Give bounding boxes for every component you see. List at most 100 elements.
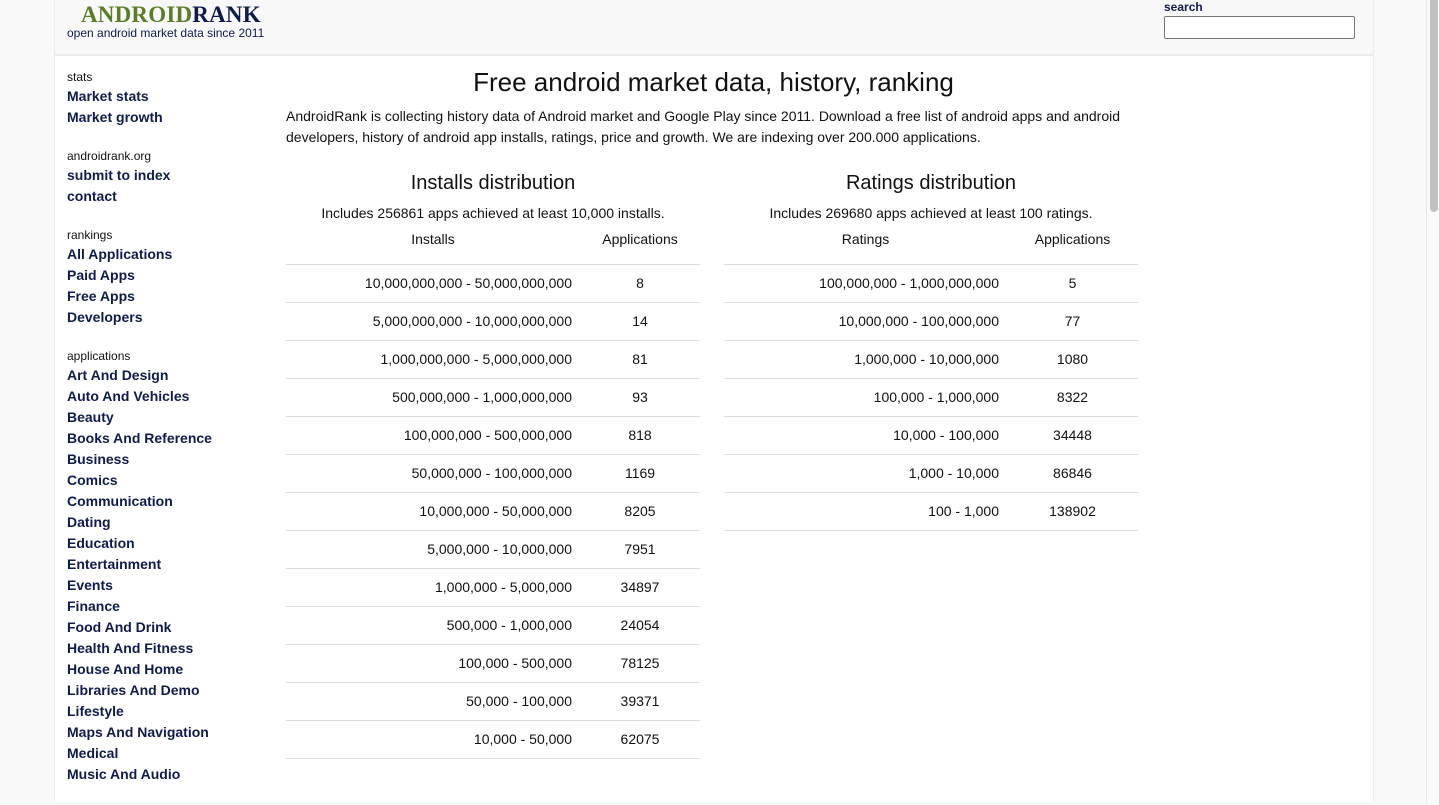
applications-count-cell: 5 — [1007, 263, 1138, 302]
sidebar-item-submit-to-index[interactable]: submit to index — [67, 165, 267, 186]
range-cell: 10,000,000 - 50,000,000 — [286, 491, 580, 530]
range-cell: 100,000,000 - 500,000,000 — [286, 415, 580, 454]
range-cell: 10,000,000 - 100,000,000 — [724, 301, 1007, 340]
applications-count-cell: 1169 — [580, 453, 700, 492]
table-row: 1,000,000,000 - 5,000,000,000 81 — [286, 339, 700, 378]
applications-count-cell: 8322 — [1007, 377, 1138, 416]
table-row: 10,000,000 - 50,000,000 8205 — [286, 491, 700, 530]
applications-count-cell: 81 — [580, 339, 700, 378]
sidebar-item-developers[interactable]: Developers — [67, 307, 267, 328]
page-container: ANDROIDRANK open android market data sin… — [54, 0, 1374, 802]
range-cell: 500,000 - 1,000,000 — [286, 605, 580, 644]
range-cell: 1,000,000,000 - 5,000,000,000 — [286, 339, 580, 378]
nav-group-heading: applications — [67, 349, 131, 363]
range-cell: 1,000,000 - 5,000,000 — [286, 567, 580, 606]
applications-count-cell: 93 — [580, 377, 700, 416]
table-row: 100,000 - 1,000,000 8322 — [724, 377, 1138, 416]
sidebar-nav: stats Market stats Market growth androidran… — [67, 68, 267, 805]
sidebar-item-lifestyle[interactable]: Lifestyle — [67, 701, 267, 722]
table-row: 10,000 - 100,000 34448 — [724, 415, 1138, 454]
applications-count-cell: 24054 — [580, 605, 700, 644]
applications-count-cell: 8205 — [580, 491, 700, 530]
sidebar-item-contact[interactable]: contact — [67, 186, 267, 207]
sidebar-item-business[interactable]: Business — [67, 449, 267, 470]
applications-count-cell: 77 — [1007, 301, 1138, 340]
table-header-row: Ratings Applications — [724, 227, 1138, 264]
logo-rank: RANK — [192, 2, 261, 27]
table-row: 100,000 - 500,000 78125 — [286, 643, 700, 682]
ratings-subtitle: Includes 269680 apps achieved at least 1… — [769, 205, 1093, 221]
sidebar-item-dating[interactable]: Dating — [67, 512, 267, 533]
sidebar-item-health-and-fitness[interactable]: Health And Fitness — [67, 638, 267, 659]
installs-distribution: Installs distribution Includes 256861 ap… — [286, 168, 700, 759]
applications-count-cell: 8 — [580, 263, 700, 302]
ratings-table: Ratings Applications 100,000,000 - 1,000… — [724, 227, 1138, 531]
sidebar-item-finance[interactable]: Finance — [67, 596, 267, 617]
sidebar-item-events[interactable]: Events — [67, 575, 267, 596]
table-row: 100 - 1,000 138902 — [724, 491, 1138, 531]
table-row: 1,000,000 - 5,000,000 34897 — [286, 567, 700, 606]
sidebar-item-beauty[interactable]: Beauty — [67, 407, 267, 428]
search-label: search — [1164, 0, 1203, 14]
range-cell: 100 - 1,000 — [724, 491, 1007, 531]
site-logo[interactable]: ANDROIDRANK — [81, 2, 261, 28]
site-tagline: open android market data since 2011 — [67, 26, 265, 40]
table-row: 50,000 - 100,000 39371 — [286, 681, 700, 720]
ratings-title: Ratings distribution — [845, 172, 1017, 194]
table-row: 50,000,000 - 100,000,000 1169 — [286, 453, 700, 492]
nav-group-androidrank-org: androidrank.org submit to index contact — [67, 148, 267, 207]
range-cell: 10,000 - 100,000 — [724, 415, 1007, 454]
table-row: 1,000,000 - 10,000,000 1080 — [724, 339, 1138, 378]
table-row: 5,000,000 - 10,000,000 7951 — [286, 529, 700, 568]
search-input[interactable] — [1164, 16, 1355, 39]
sidebar-item-maps-and-navigation[interactable]: Maps And Navigation — [67, 722, 267, 743]
table-row: 100,000,000 - 1,000,000,000 5 — [724, 263, 1138, 302]
sidebar-item-market-stats[interactable]: Market stats — [67, 86, 267, 107]
site-header: ANDROIDRANK open android market data sin… — [55, 0, 1373, 56]
sidebar-item-paid-apps[interactable]: Paid Apps — [67, 265, 267, 286]
sidebar-item-food-and-drink[interactable]: Food And Drink — [67, 617, 267, 638]
page-scrollbar[interactable] — [1426, 0, 1439, 802]
nav-group-applications: applications Art And Design Auto And Vehic… — [67, 348, 267, 785]
sidebar-item-auto-and-vehicles[interactable]: Auto And Vehicles — [67, 386, 267, 407]
range-cell: 5,000,000,000 - 10,000,000,000 — [286, 301, 580, 340]
sidebar-item-house-and-home[interactable]: House And Home — [67, 659, 267, 680]
sidebar-item-all-applications[interactable]: All Applications — [67, 244, 267, 265]
intro-paragraph: AndroidRank is collecting history data o… — [286, 108, 1121, 145]
installs-table: Installs Applications 10,000,000,000 - 5… — [286, 227, 700, 759]
table-row: 1,000 - 10,000 86846 — [724, 453, 1138, 492]
range-cell: 5,000,000 - 10,000,000 — [286, 529, 580, 568]
nav-group-rankings: rankings All Applications Paid Apps Free Ap… — [67, 227, 267, 328]
table-row: 10,000 - 50,000 62075 — [286, 719, 700, 759]
ratings-distribution: Ratings distribution Includes 269680 app… — [724, 168, 1138, 531]
sidebar-item-market-growth[interactable]: Market growth — [67, 107, 267, 128]
sidebar-item-free-apps[interactable]: Free Apps — [67, 286, 267, 307]
sidebar-item-education[interactable]: Education — [67, 533, 267, 554]
sidebar-item-music-and-audio[interactable]: Music And Audio — [67, 764, 267, 785]
sidebar-item-entertainment[interactable]: Entertainment — [67, 554, 267, 575]
scrollbar-thumb[interactable] — [1430, 0, 1438, 212]
installs-subtitle: Includes 256861 apps achieved at least 1… — [321, 205, 665, 221]
installs-title: Installs distribution — [410, 172, 576, 194]
sidebar-item-books-and-reference[interactable]: Books And Reference — [67, 428, 267, 449]
table-row: 100,000,000 - 500,000,000 818 — [286, 415, 700, 454]
sidebar-item-comics[interactable]: Comics — [67, 470, 267, 491]
applications-count-cell: 14 — [580, 301, 700, 340]
range-cell: 10,000,000,000 - 50,000,000,000 — [286, 263, 580, 302]
table-row: 5,000,000,000 - 10,000,000,000 14 — [286, 301, 700, 340]
sidebar-item-medical[interactable]: Medical — [67, 743, 267, 764]
range-cell: 500,000,000 - 1,000,000,000 — [286, 377, 580, 416]
sidebar-item-art-and-design[interactable]: Art And Design — [67, 365, 267, 386]
table-row: 500,000 - 1,000,000 24054 — [286, 605, 700, 644]
column-header-applications: Applications — [1034, 231, 1111, 247]
column-header-applications: Applications — [602, 231, 678, 247]
sidebar-item-communication[interactable]: Communication — [67, 491, 267, 512]
sidebar-item-libraries-and-demo[interactable]: Libraries And Demo — [67, 680, 267, 701]
table-header-row: Installs Applications — [286, 227, 700, 264]
applications-count-cell: 818 — [580, 415, 700, 454]
column-header-installs: Installs — [411, 231, 455, 247]
applications-count-cell: 78125 — [580, 643, 700, 682]
applications-count-cell: 62075 — [580, 719, 700, 759]
logo-android: ANDROID — [81, 2, 193, 27]
range-cell: 100,000 - 1,000,000 — [724, 377, 1007, 416]
